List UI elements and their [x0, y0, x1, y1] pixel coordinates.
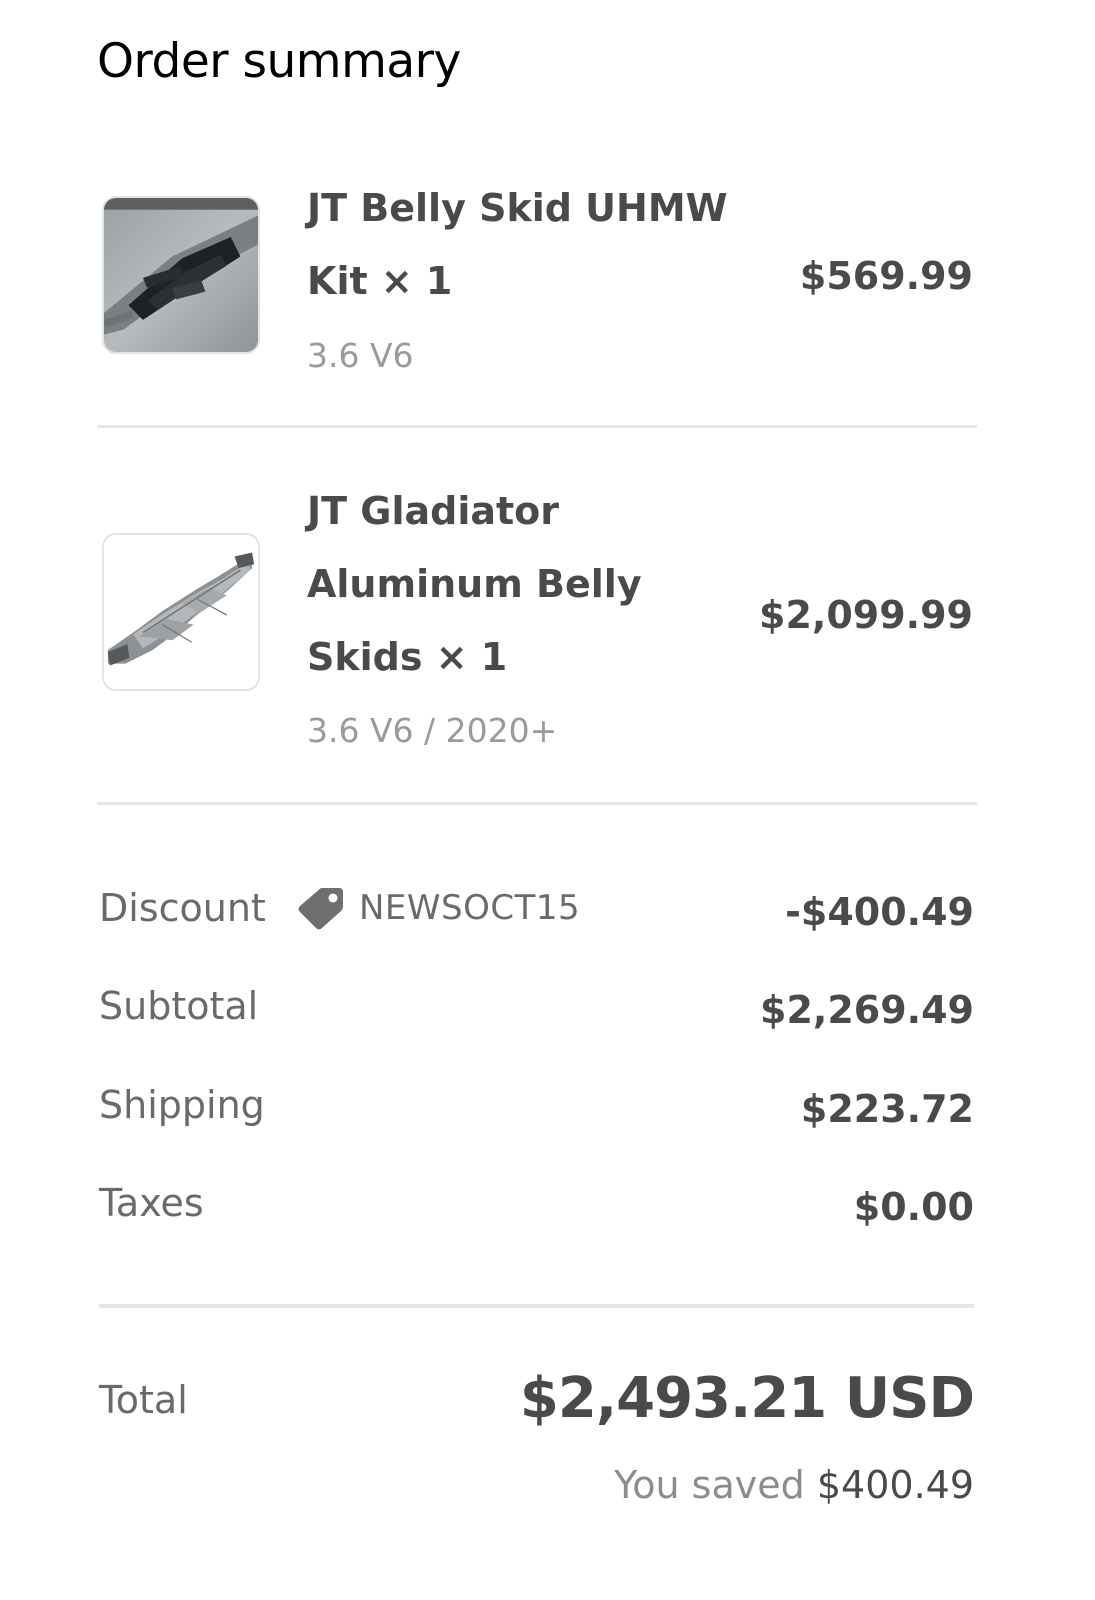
line-item: JT Belly Skid UHMW Kit × 1 3.6 V6 $569.9…: [97, 180, 977, 400]
divider: [97, 802, 977, 805]
taxes-value: $0.00: [853, 1185, 974, 1229]
shipping-value: $223.72: [800, 1087, 974, 1131]
item-variant: 3.6 V6: [307, 336, 414, 375]
savings-amount: $400.49: [816, 1463, 974, 1507]
item-name-line: JT Belly Skid UHMW: [307, 186, 728, 230]
discount-code-text: NEWSOCT15: [359, 888, 581, 928]
item-name: JT Belly Skid UHMW Kit × 1: [307, 172, 728, 318]
subtotal-row: Subtotal $2,269.49: [99, 981, 974, 1032]
divider: [99, 1304, 974, 1308]
tag-icon: [298, 888, 343, 930]
item-name-line: Kit × 1: [307, 259, 453, 303]
total-value: $2,493.21 USD: [519, 1366, 975, 1431]
subtotal-value: $2,269.49: [760, 988, 974, 1032]
line-item: JT Gladiator Aluminum Belly Skids × 1 3.…: [97, 480, 977, 780]
page-title: Order summary: [97, 34, 461, 89]
product-render-image: [104, 535, 258, 689]
discount-row: Discount NEWSOCT15 -$400.49: [99, 883, 974, 934]
product-thumbnail[interactable]: [102, 533, 260, 691]
discount-value: -$400.49: [785, 890, 974, 934]
item-price: $569.99: [799, 254, 973, 298]
item-name-line: Skids × 1: [307, 635, 508, 679]
shipping-label: Shipping: [99, 1083, 265, 1127]
subtotal-label: Subtotal: [99, 984, 259, 1028]
taxes-row: Taxes $0.00: [99, 1178, 974, 1229]
item-name-line: JT Gladiator: [307, 489, 560, 533]
item-name: JT Gladiator Aluminum Belly Skids × 1: [307, 475, 642, 694]
item-price: $2,099.99: [759, 593, 973, 637]
total-label: Total: [99, 1378, 188, 1422]
divider: [97, 425, 977, 428]
item-variant: 3.6 V6 / 2020+: [307, 711, 558, 750]
item-name-line: Aluminum Belly: [307, 562, 642, 606]
shipping-row: Shipping $223.72: [99, 1080, 974, 1131]
discount-code: NEWSOCT15: [297, 883, 580, 933]
savings-note: You saved $400.49: [614, 1458, 974, 1512]
savings-label: You saved: [614, 1463, 805, 1507]
taxes-label: Taxes: [99, 1181, 204, 1225]
product-photo-image: [104, 198, 258, 352]
discount-label: Discount: [99, 886, 266, 930]
product-thumbnail[interactable]: [102, 196, 260, 354]
